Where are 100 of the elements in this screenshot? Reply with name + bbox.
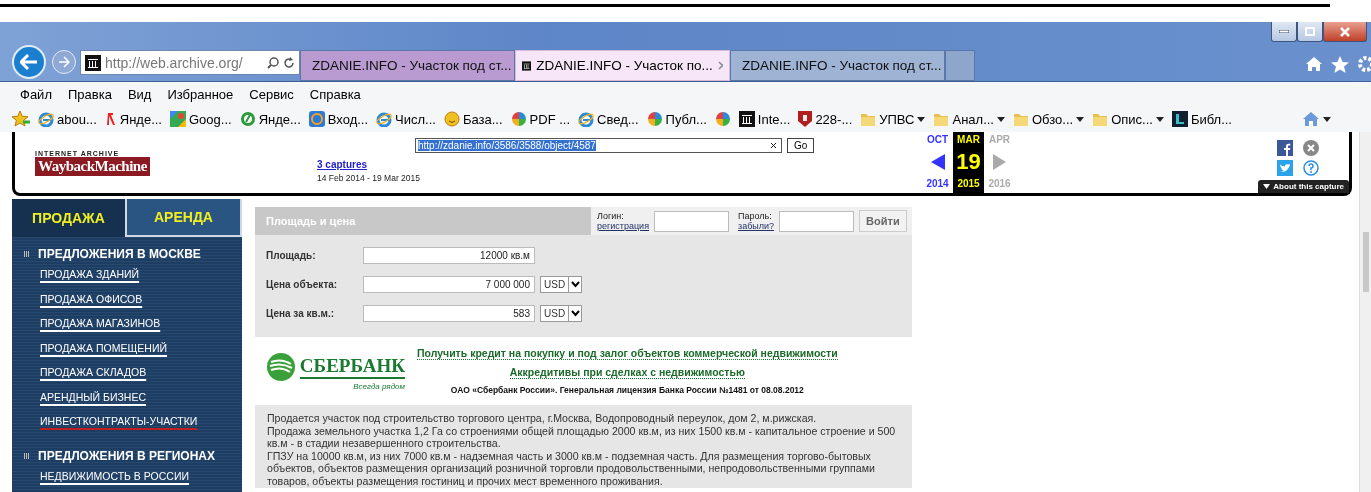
sidebar-link[interactable]: ПРОДАЖА МАГАЗИНОВ [40,316,161,341]
home-icon[interactable] [1305,56,1323,72]
favorite-link[interactable]: Обзо... [1013,111,1085,127]
bank-logo-icon [265,351,296,382]
sidebar-link[interactable]: ПРОДАЖА СКЛАДОВ [40,365,147,390]
captures-link[interactable]: 3 captures [317,159,817,170]
close-button[interactable] [1323,22,1367,42]
sidebar-link[interactable]: НЕДВИЖИМОСТЬ В РОССИИ [40,468,189,492]
capture-range: 14 Feb 2014 - 19 Mar 2015 [317,173,421,183]
sidebar-link[interactable]: АРЕНДНЫЙ БИЗНЕС [40,389,146,414]
maximize-button[interactable] [1297,22,1323,42]
url-field[interactable]: http://zdanie.info/3586/3588/object/4587 [415,138,782,153]
search-icon [267,56,279,69]
favorite-link[interactable]: Свед... [578,111,639,127]
license-text: ОАО «Сбербанк России». Генеральная лицензия Банка России №1481 от 08.08.2012 [450,385,804,395]
login-button[interactable]: Войти [859,210,907,232]
value-field[interactable]: 583 [363,305,535,322]
favorite-link[interactable]: Inte... [738,111,791,127]
folder-icon [933,111,950,127]
help-icon[interactable] [1303,160,1319,176]
menu-item[interactable]: Избранное [159,86,242,102]
bank-slogan: Всегда рядом [353,381,405,391]
menu-item[interactable]: Сервис [241,86,302,102]
section-heading: ПРЕДЛОЖЕНИЯ В МОСКВЕ [38,247,201,261]
close-icon[interactable] [1303,140,1319,156]
pinwheel-icon [646,111,663,127]
settings-icon[interactable] [1357,56,1371,73]
favorite-link[interactable]: Янде... [104,111,162,127]
password-field[interactable] [779,210,855,232]
clear-icon[interactable] [770,142,777,149]
refresh-icon [283,56,295,69]
menu-item[interactable]: Файл [12,86,60,102]
folder-icon [1092,111,1109,127]
favorite-link[interactable]: Публ... [646,111,707,127]
caret-icon [1323,116,1331,122]
minimize-icon [1279,30,1289,33]
back-button[interactable] [12,45,46,79]
sidebar-link[interactable]: ПРОДАЖА ПОМЕЩЕНИЙ [40,340,167,365]
facebook-icon[interactable] [1277,140,1293,156]
favorite-link[interactable]: УПВС [860,111,926,127]
description-text: Продается участок под строительство торгового центра, г.Москва, Водопроводный переулок, дом 2, м.рижская. [267,412,818,425]
favorite-link[interactable] [714,111,731,127]
calendar-month[interactable]: OCT 2014 [922,132,953,193]
twitter-icon[interactable] [1277,160,1293,176]
category-tab[interactable]: АРЕНДА [125,199,242,237]
register-link[interactable]: регистрация [597,221,649,231]
browser-tab[interactable]: ZDANIE.INFO - Участок под ст... [730,50,945,81]
calendar-month[interactable]: MAR 19 2015 [953,132,984,193]
about-capture-tab[interactable]: About this capture [1258,180,1349,193]
sidebar-link[interactable]: ИНВЕСТКОНТРАКТЫ-УЧАСТКИ [40,414,198,439]
favorite-link[interactable]: Янде... [239,111,301,127]
close-icon[interactable] [717,61,723,70]
archive-icon [738,111,755,127]
ie-icon [38,111,54,127]
field-label: Площадь: [266,250,317,261]
star-icon[interactable] [1331,56,1349,73]
browser-tab[interactable]: ZDANIE.INFO - Участок под ст... [300,50,515,81]
address-bar[interactable]: http://web.archive.org/ [80,50,300,75]
favorite-link[interactable]: Библ... [1171,111,1232,127]
forward-button[interactable] [52,50,76,74]
field-label: Логин: [597,211,625,221]
new-tab-button[interactable] [945,50,975,81]
home-menu[interactable] [1302,111,1331,127]
favorite-link[interactable]: Анал... [933,111,1005,127]
add-favorite-icon[interactable] [12,111,30,127]
value-field[interactable]: 12000 кв.м [363,247,535,264]
section-heading: ПРЕДЛОЖЕНИЯ В РЕГИОНАХ [38,448,215,463]
scrollbar[interactable] [1359,132,1371,492]
favorite-link[interactable]: Вход... [308,111,369,127]
ad-link[interactable]: Получить кредит на покупку и под залог объектов коммерческой недвижимости [417,347,838,360]
go-button[interactable]: Go [787,138,815,153]
caret-icon [568,306,582,321]
favorite-link[interactable]: Опис... [1092,111,1164,127]
login-field[interactable] [654,210,729,232]
favorite-link[interactable]: abou... [38,111,97,127]
favorite-link[interactable]: База... [443,111,503,127]
favorite-link[interactable]: PDF ... [510,111,571,127]
category-tab[interactable]: ПРОДАЖА [12,199,125,237]
menu-item[interactable]: Справка [301,86,369,102]
minimize-button[interactable] [1271,22,1297,42]
menu-item[interactable]: Правка [59,86,120,102]
previous-arrow-icon[interactable] [930,153,945,170]
currency-select[interactable]: USD [540,276,583,293]
menu-item[interactable]: Вид [119,86,160,102]
favorite-link[interactable]: Числ... [376,111,436,127]
sidebar-link[interactable]: ПРОДАЖА ОФИСОВ [40,291,143,316]
description-text: ГПЗУ на 10000 кв.м, из них 7000 кв.м - надземная часть и 3000 кв.м - подземная часть. Для размещения торгово-бытовых объектов, объектов размещения организаций розничной торговли продовольственными, непродовольственными группами товаров, объекты размещения гостиниц и прочих мест временного проживания. [267,449,876,488]
favorite-link[interactable]: 228-... [798,111,853,127]
browser-tab[interactable]: ZDANIE.INFO - Участок по... [515,50,730,81]
caret-icon [997,116,1005,122]
favorite-link[interactable]: Goog... [170,111,232,127]
forgot-link[interactable]: забыли? [738,221,775,231]
ad-link[interactable]: Аккредитивы при сделках с недвижимостью [509,366,745,379]
grip-icon [24,251,30,257]
value-field[interactable]: 7 000 000 [363,276,535,293]
sidebar-link[interactable]: ПРОДАЖА ЗДАНИЙ [40,267,140,292]
archive-icon [85,54,101,71]
field-label: Цена за кв.м.: [266,308,335,319]
currency-select[interactable]: USD [540,305,583,322]
next-arrow-icon[interactable] [993,153,1006,170]
